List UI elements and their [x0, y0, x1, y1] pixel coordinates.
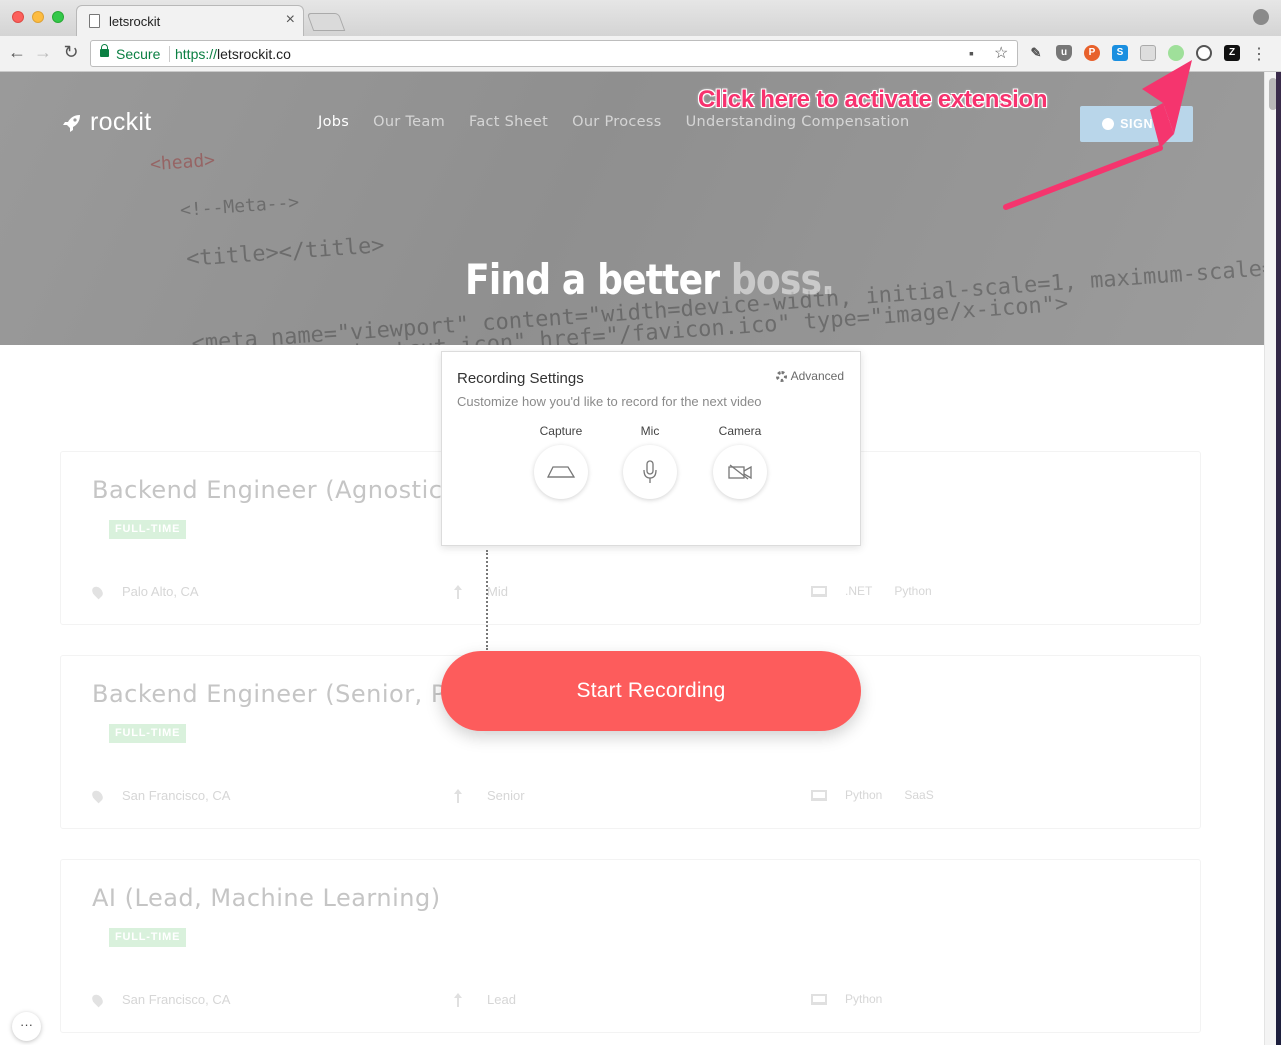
- annotation-arrow: [1003, 60, 1192, 210]
- chat-bubble-button[interactable]: ···: [12, 1012, 41, 1041]
- annotation-label: Click here to activate extension: [698, 86, 1048, 113]
